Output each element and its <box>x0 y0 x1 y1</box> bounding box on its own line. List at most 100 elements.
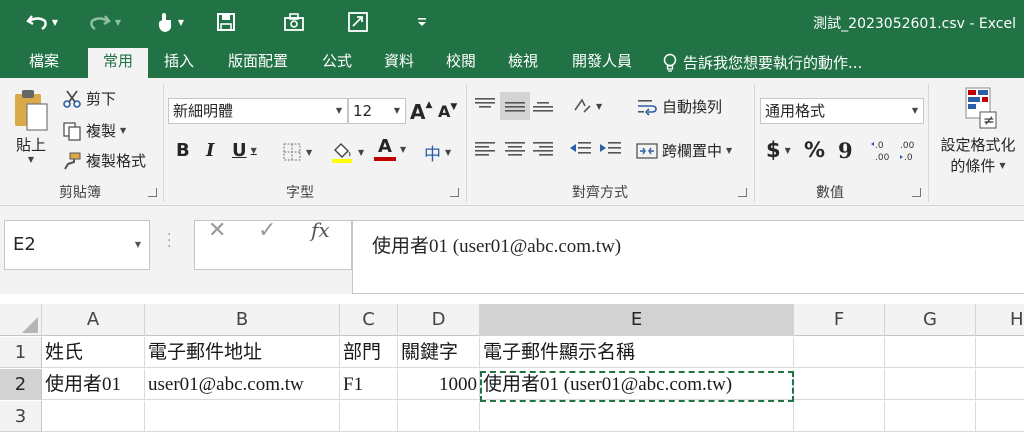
phonetic-button[interactable]: 中 ▼ <box>424 140 451 165</box>
cell-d1[interactable]: 關鍵字 <box>398 337 480 368</box>
cell-c3[interactable] <box>340 401 398 432</box>
camera-button[interactable] <box>280 8 308 36</box>
borders-button[interactable]: ▼ <box>282 142 312 162</box>
percent-button[interactable]: % <box>804 138 825 162</box>
fill-color-button[interactable]: ▼ <box>330 140 364 164</box>
paste-button[interactable]: 貼上 ▼ <box>8 88 54 174</box>
align-top-button[interactable] <box>474 96 496 114</box>
column-header-c[interactable]: C <box>340 304 398 336</box>
save-button[interactable] <box>212 8 240 36</box>
cancel-icon[interactable]: ✕ <box>208 218 226 243</box>
cell-h2[interactable] <box>976 369 1024 400</box>
align-middle-button[interactable] <box>500 92 530 120</box>
cell-b1[interactable]: 電子郵件地址 <box>145 337 340 368</box>
font-name-select[interactable]: 新細明體 ▼ <box>168 98 348 124</box>
tab-data[interactable]: 資料 <box>372 50 426 78</box>
increase-indent-button[interactable] <box>598 140 622 158</box>
cell-b2[interactable]: user01@abc.com.tw <box>145 369 340 400</box>
underline-button[interactable]: U ▼ <box>232 140 257 161</box>
insert-function-icon[interactable]: fx <box>311 218 330 242</box>
align-bottom-button[interactable] <box>532 96 554 114</box>
tab-home[interactable]: 常用 <box>88 48 148 78</box>
comma-style-button[interactable]: 9 <box>838 138 853 163</box>
cut-button[interactable]: 剪下 <box>62 88 116 109</box>
tab-file[interactable]: 檔案 <box>14 50 74 78</box>
conditional-formatting-label-1: 設定格式化 <box>940 136 1016 154</box>
dialog-launcher-icon[interactable] <box>148 188 157 197</box>
cell-e2[interactable]: 使用者01 (user01@abc.com.tw) <box>480 369 794 400</box>
cell-f1[interactable] <box>794 337 885 368</box>
cell-f2[interactable] <box>794 369 885 400</box>
select-all-button[interactable] <box>0 304 42 336</box>
cell-g3[interactable] <box>885 401 976 432</box>
name-box[interactable]: E2 ▼ <box>4 220 150 270</box>
grow-font-icon: A <box>410 100 426 124</box>
font-size-select[interactable]: 12 ▼ <box>348 98 406 124</box>
decrease-decimal-button[interactable]: .00.0 <box>898 138 922 164</box>
cell-c1[interactable]: 部門 <box>340 337 398 368</box>
row-header-2[interactable]: 2 <box>0 369 42 400</box>
touch-mode-button[interactable]: ▼ <box>148 8 192 36</box>
cell-g2[interactable] <box>885 369 976 400</box>
accounting-format-button[interactable]: $ ▼ <box>766 138 791 162</box>
dialog-launcher-icon[interactable] <box>912 188 921 197</box>
cell-h1[interactable] <box>976 337 1024 368</box>
tell-me-box[interactable]: 告訴我您想要執行的動作... <box>663 52 862 73</box>
italic-button[interactable]: I <box>206 140 214 161</box>
formula-input[interactable]: 使用者01 (user01@abc.com.tw) <box>352 220 1024 294</box>
column-header-g[interactable]: G <box>885 304 976 336</box>
dialog-launcher-icon[interactable] <box>450 188 459 197</box>
align-center-button[interactable] <box>504 140 526 158</box>
touch-mode-icon <box>158 13 172 32</box>
cell-e1[interactable]: 電子郵件顯示名稱 <box>480 337 794 368</box>
row-header-1[interactable]: 1 <box>0 337 42 368</box>
cell-a2[interactable]: 使用者01 <box>42 369 145 400</box>
format-painter-button[interactable]: 複製格式 <box>62 150 146 171</box>
tab-review[interactable]: 校閱 <box>434 50 488 78</box>
cell-d3[interactable] <box>398 401 480 432</box>
cell-d2[interactable]: 1000 <box>398 369 480 400</box>
customize-qat-button[interactable] <box>414 8 430 36</box>
cell-e3[interactable] <box>480 401 794 432</box>
orientation-button[interactable]: ▼ <box>572 96 602 116</box>
column-header-d[interactable]: D <box>398 304 480 336</box>
tab-page-layout[interactable]: 版面配置 <box>214 50 302 78</box>
chevron-down-icon: ▼ <box>335 106 342 115</box>
font-color-button[interactable]: A ▼ <box>374 138 406 161</box>
redo-button[interactable]: ▼ <box>82 8 128 36</box>
bold-button[interactable]: B <box>176 140 190 161</box>
tab-view[interactable]: 檢視 <box>496 50 550 78</box>
increase-decimal-button[interactable]: .0.00 <box>870 138 894 164</box>
wrap-text-button[interactable]: 自動換列 <box>636 96 722 117</box>
dialog-launcher-icon[interactable] <box>738 188 747 197</box>
column-header-a[interactable]: A <box>42 304 145 336</box>
formula-bar-grip[interactable]: · · · <box>167 228 171 254</box>
grow-font-button[interactable]: A ▲ <box>410 100 432 124</box>
column-header-f[interactable]: F <box>794 304 885 336</box>
column-header-e[interactable]: E <box>480 304 794 336</box>
cell-f3[interactable] <box>794 401 885 432</box>
column-header-h[interactable]: H <box>976 304 1024 336</box>
cell-h3[interactable] <box>976 401 1024 432</box>
cell-b3[interactable] <box>145 401 340 432</box>
tab-developer[interactable]: 開發人員 <box>558 50 646 78</box>
conditional-formatting-button[interactable]: ≠ 設定格式化 的條件 ▼ <box>932 86 1024 176</box>
sheet-refresh-button[interactable] <box>344 8 372 36</box>
number-format-select[interactable]: 通用格式 ▼ <box>760 98 924 124</box>
cell-g1[interactable] <box>885 337 976 368</box>
row-header-3[interactable]: 3 <box>0 401 42 432</box>
tab-formulas[interactable]: 公式 <box>310 50 364 78</box>
cell-a1[interactable]: 姓氏 <box>42 337 145 368</box>
shrink-font-button[interactable]: A ▼ <box>438 102 457 121</box>
enter-icon[interactable]: ✓ <box>258 218 276 243</box>
column-header-b[interactable]: B <box>145 304 340 336</box>
merge-center-button[interactable]: 跨欄置中 ▼ <box>636 140 732 161</box>
align-right-button[interactable] <box>532 140 554 158</box>
cell-a3[interactable] <box>42 401 145 432</box>
cell-c2[interactable]: F1 <box>340 369 398 400</box>
copy-button[interactable]: 複製 ▼ <box>62 120 126 141</box>
decrease-indent-button[interactable] <box>568 140 592 158</box>
align-left-button[interactable] <box>474 140 496 158</box>
undo-button[interactable]: ▼ <box>18 8 66 36</box>
tab-insert[interactable]: 插入 <box>152 50 206 78</box>
